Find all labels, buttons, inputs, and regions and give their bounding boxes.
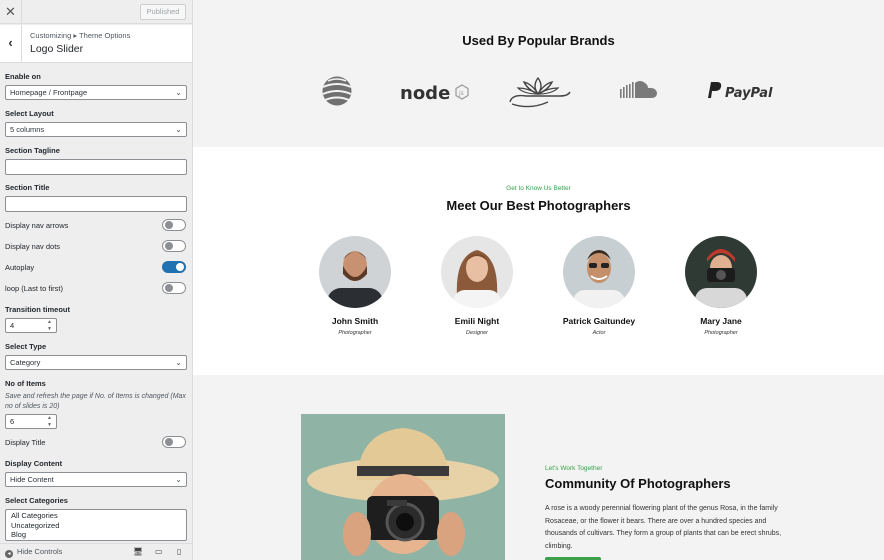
paypal-logo-text: PayPal [725,86,773,101]
toggle-knob [165,284,173,292]
photographers-title: Meet Our Best Photographers [446,198,631,213]
hide-controls-label: Hide Controls [17,547,63,556]
no-of-items-value: 6 [10,417,15,426]
section-tagline-input[interactable] [5,159,187,175]
spinner-icon[interactable]: ▲ ▼ [47,415,52,428]
customizer-panel: ✕ Published ‹ Customizing ▸ Theme Option… [0,0,193,560]
close-icon[interactable]: ✕ [0,0,22,24]
brands-title: Used By Popular Brands [462,33,615,48]
community-tagline: Let's Work Together [545,465,603,472]
photographer-card[interactable]: Emili Night Designer [432,236,522,336]
brands-section: Used By Popular Brands node js PayPal [193,0,884,147]
transition-timeout-value: 4 [10,321,15,330]
chevron-down-icon: ⌄ [175,125,182,134]
collapse-arrow-icon: ◂ [5,550,13,558]
section-title-input[interactable] [5,196,187,212]
display-title-toggle[interactable] [162,436,186,448]
soundcloud-logo-icon [618,72,658,110]
toggle-knob [165,438,173,446]
display-content-value: Hide Content [10,475,54,484]
photographer-name: Mary Jane [700,316,742,326]
globe-logo-icon [320,72,354,110]
autoplay-toggle[interactable] [162,261,186,273]
display-title-label: Display Title [5,438,46,447]
category-option[interactable]: Uncategorized [11,521,181,531]
select-type-select[interactable]: Category ⌄ [5,355,187,370]
chevron-down-icon: ⌄ [175,358,182,367]
loop-label: loop (Last to first) [5,284,63,293]
community-title: Community Of Photographers [545,476,731,491]
desktop-preview-icon[interactable]: 🖥 [133,547,143,556]
mobile-preview-icon[interactable]: ▯ [177,547,181,556]
photographer-role: Photographer [338,330,372,336]
toggle-knob [165,221,173,229]
select-categories-label: Select Categories [5,496,68,505]
enable-on-value: Homepage / Frontpage [10,88,88,97]
select-layout-value: 5 columns [10,125,45,134]
toggle-knob [176,263,184,271]
section-header: ‹ Customizing ▸ Theme Options Logo Slide… [0,25,192,63]
photographer-role: Actor [592,330,606,336]
section-title: Logo Slider [30,43,84,55]
select-categories-list[interactable]: All Categories Uncategorized Blog [5,509,187,541]
avatar [441,236,513,308]
panel-header: ✕ Published [0,0,192,24]
photographers-section: Get to Know Us Better Meet Our Best Phot… [193,147,884,375]
display-content-label: Display Content [5,459,63,468]
photographers-tagline: Get to Know Us Better [506,185,571,192]
nav-dots-label: Display nav dots [5,242,61,251]
select-type-value: Category [10,358,41,367]
enable-on-select[interactable]: Homepage / Frontpage ⌄ [5,85,187,100]
avatar [563,236,635,308]
photographer-role: Designer [465,330,488,336]
loop-toggle[interactable] [162,282,186,294]
select-layout-select[interactable]: 5 columns ⌄ [5,122,187,137]
breadcrumb: Customizing ▸ Theme Options [30,31,131,40]
select-type-label: Select Type [5,342,47,351]
community-text: A rose is a woody perennial flowering pl… [545,505,782,550]
photographer-name: Patrick Gaitundey [562,316,636,326]
transition-timeout-input[interactable]: 4 ▲ ▼ [5,318,57,333]
photographer-card[interactable]: Mary Jane Photographer [676,236,766,336]
paypal-logo-icon: PayPal [704,72,776,110]
enable-on-label: Enable on [5,72,41,81]
community-section: Let's Work Together Community Of Photogr… [193,375,884,560]
no-of-items-help: Save and refresh the page if No. of Item… [5,393,186,410]
section-tagline-label: Section Tagline [5,146,60,155]
photographer-card[interactable]: John Smith Photographer [310,236,400,336]
transition-timeout-label: Transition timeout [5,305,71,314]
nav-dots-toggle[interactable] [162,240,186,252]
photographer-name: John Smith [331,316,379,326]
hide-controls-button[interactable]: ◂ Hide Controls [5,547,62,558]
autoplay-label: Autoplay [5,263,35,272]
nodejs-logo-text: node [400,83,450,104]
category-option[interactable]: Blog [11,530,181,540]
avatar [319,236,391,308]
site-preview: Used By Popular Brands node js PayPal Ge… [193,0,884,560]
chevron-down-icon: ⌄ [175,475,182,484]
panel-footer: ◂ Hide Controls 🖥 ▭ ▯ [0,543,192,560]
photographer-name: Emili Night [454,316,500,326]
toggle-knob [165,242,173,250]
svg-text:js: js [458,90,464,97]
display-content-select[interactable]: Hide Content ⌄ [5,472,187,487]
tablet-preview-icon[interactable]: ▭ [155,547,163,556]
back-arrow-icon[interactable]: ‹ [0,25,22,62]
photographer-role: Photographer [704,330,738,336]
no-of-items-label: No of Items [5,379,46,388]
photographer-card[interactable]: Patrick Gaitundey Actor [554,236,644,336]
published-button[interactable]: Published [140,4,186,20]
lotus-logo-icon [504,72,572,110]
section-title-label: Section Title [5,183,50,192]
no-of-items-input[interactable]: 6 ▲ ▼ [5,414,57,429]
nav-arrows-label: Display nav arrows [5,221,69,230]
community-image [301,414,505,560]
nav-arrows-toggle[interactable] [162,219,186,231]
avatar [685,236,757,308]
nodejs-logo-icon: node js [399,72,473,110]
category-option[interactable]: All Categories [11,511,181,521]
spinner-icon[interactable]: ▲ ▼ [47,319,52,332]
select-layout-label: Select Layout [5,109,54,118]
chevron-down-icon: ⌄ [175,88,182,97]
